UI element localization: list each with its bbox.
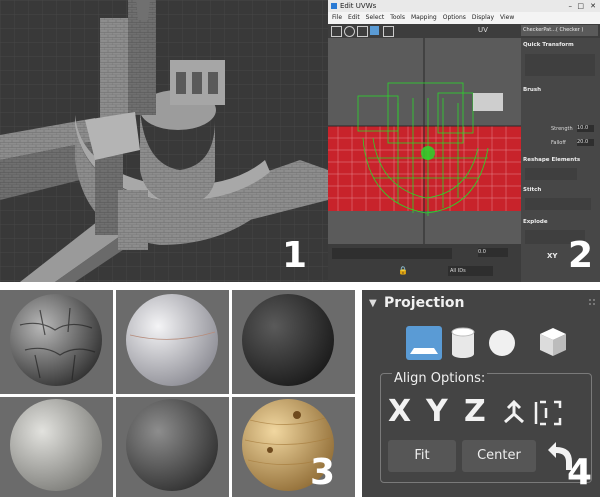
window-titlebar: Edit UVWs – □ ✕ xyxy=(328,0,600,12)
projection-rollout: ▼ Projection Align Options: X Y Z Fit Ce… xyxy=(362,290,600,497)
uv-canvas[interactable] xyxy=(328,38,521,244)
menu-display[interactable]: Display xyxy=(472,12,494,24)
menu-options[interactable]: Options xyxy=(443,12,466,24)
falloff-field[interactable]: 20.0 xyxy=(577,139,594,146)
align-to-view-icon[interactable] xyxy=(504,399,524,424)
selection-modes[interactable] xyxy=(332,248,452,259)
strength-label: Strength xyxy=(551,126,573,132)
window-title: Edit UVWs xyxy=(340,2,377,10)
fit-button[interactable]: Fit xyxy=(388,440,456,472)
fit-selection-icon[interactable] xyxy=(534,400,562,426)
align-z-button[interactable]: Z xyxy=(464,394,486,429)
castle-viewport-panel: 1 xyxy=(0,0,328,282)
maximize-button[interactable]: □ xyxy=(577,0,584,12)
plaster-sphere[interactable] xyxy=(126,294,218,386)
rotate-icon[interactable] xyxy=(344,26,355,37)
edit-uvws-window: Edit UVWs – □ ✕ File Edit Select Tools M… xyxy=(328,0,600,282)
align-extra-icons xyxy=(504,399,562,426)
material-id-dropdown[interactable]: All IDs xyxy=(448,266,493,276)
uv-channel-label: UV xyxy=(478,26,488,34)
section-reshape-elements[interactable]: Reshape Elements xyxy=(523,156,598,165)
stitch-tools[interactable] xyxy=(525,198,591,210)
lock-icon[interactable]: 🔒 xyxy=(398,266,408,275)
align-options-label: Align Options: xyxy=(392,371,488,386)
panel-number-3: 3 xyxy=(310,452,336,493)
falloff-label: Falloff xyxy=(551,140,566,146)
section-stitch[interactable]: Stitch xyxy=(523,186,598,195)
close-button[interactable]: ✕ xyxy=(590,0,596,12)
checker-pattern-dropdown[interactable]: CheckerPat...( Checker ) xyxy=(521,25,598,36)
granite-sphere[interactable] xyxy=(10,399,102,491)
material-previews xyxy=(0,290,355,497)
panel-number-1: 1 xyxy=(282,235,308,276)
freeform-icon[interactable] xyxy=(370,26,379,35)
center-button[interactable]: Center xyxy=(462,440,536,472)
minimize-button[interactable]: – xyxy=(569,0,573,12)
app-icon xyxy=(331,3,337,9)
box-map-icon[interactable] xyxy=(540,328,566,356)
menu-select[interactable]: Select xyxy=(366,12,385,24)
uv-bottom-toolbar: 0.0 All IDs 🔒 xyxy=(328,244,521,282)
material-sphere-grid: 3 xyxy=(0,290,355,497)
reshape-tools[interactable] xyxy=(525,168,577,180)
projection-icons xyxy=(406,299,595,360)
menu-file[interactable]: File xyxy=(332,12,342,24)
menu-view[interactable]: View xyxy=(500,12,514,24)
align-x-button[interactable]: X xyxy=(388,394,411,429)
stone-tile-sphere[interactable] xyxy=(10,294,102,386)
menu-mapping[interactable]: Mapping xyxy=(411,12,437,24)
castle-render xyxy=(0,0,328,282)
section-explode[interactable]: Explode xyxy=(523,218,598,227)
section-quick-transform[interactable]: Quick Transform xyxy=(523,41,598,50)
strength-field[interactable]: 10.0 xyxy=(577,125,594,132)
cylindrical-map-icon[interactable] xyxy=(451,327,475,358)
coordinate-field[interactable]: 0.0 xyxy=(478,248,508,257)
menu-tools[interactable]: Tools xyxy=(390,12,405,24)
align-y-button[interactable]: Y xyxy=(426,394,448,429)
move-icon[interactable] xyxy=(331,26,342,37)
xy-axis-label: XY xyxy=(547,252,558,260)
panel-number-2: 2 xyxy=(568,235,594,276)
uv-toolbar: UV CheckerPat...( Checker ) xyxy=(328,24,600,38)
scale-icon[interactable] xyxy=(357,26,368,37)
panel-grip-icon[interactable] xyxy=(589,299,595,305)
slate-sphere[interactable] xyxy=(126,399,218,491)
menu-bar: File Edit Select Tools Mapping Options D… xyxy=(328,12,600,24)
section-brush[interactable]: Brush xyxy=(523,86,598,95)
quick-transform-tools[interactable] xyxy=(525,54,595,76)
spherical-map-icon[interactable] xyxy=(489,330,515,356)
dark-rubber-sphere[interactable] xyxy=(242,294,334,386)
menu-edit[interactable]: Edit xyxy=(348,12,360,24)
mirror-icon[interactable] xyxy=(383,26,394,37)
panel-number-4: 4 xyxy=(567,452,593,493)
planar-map-icon[interactable] xyxy=(406,326,442,360)
